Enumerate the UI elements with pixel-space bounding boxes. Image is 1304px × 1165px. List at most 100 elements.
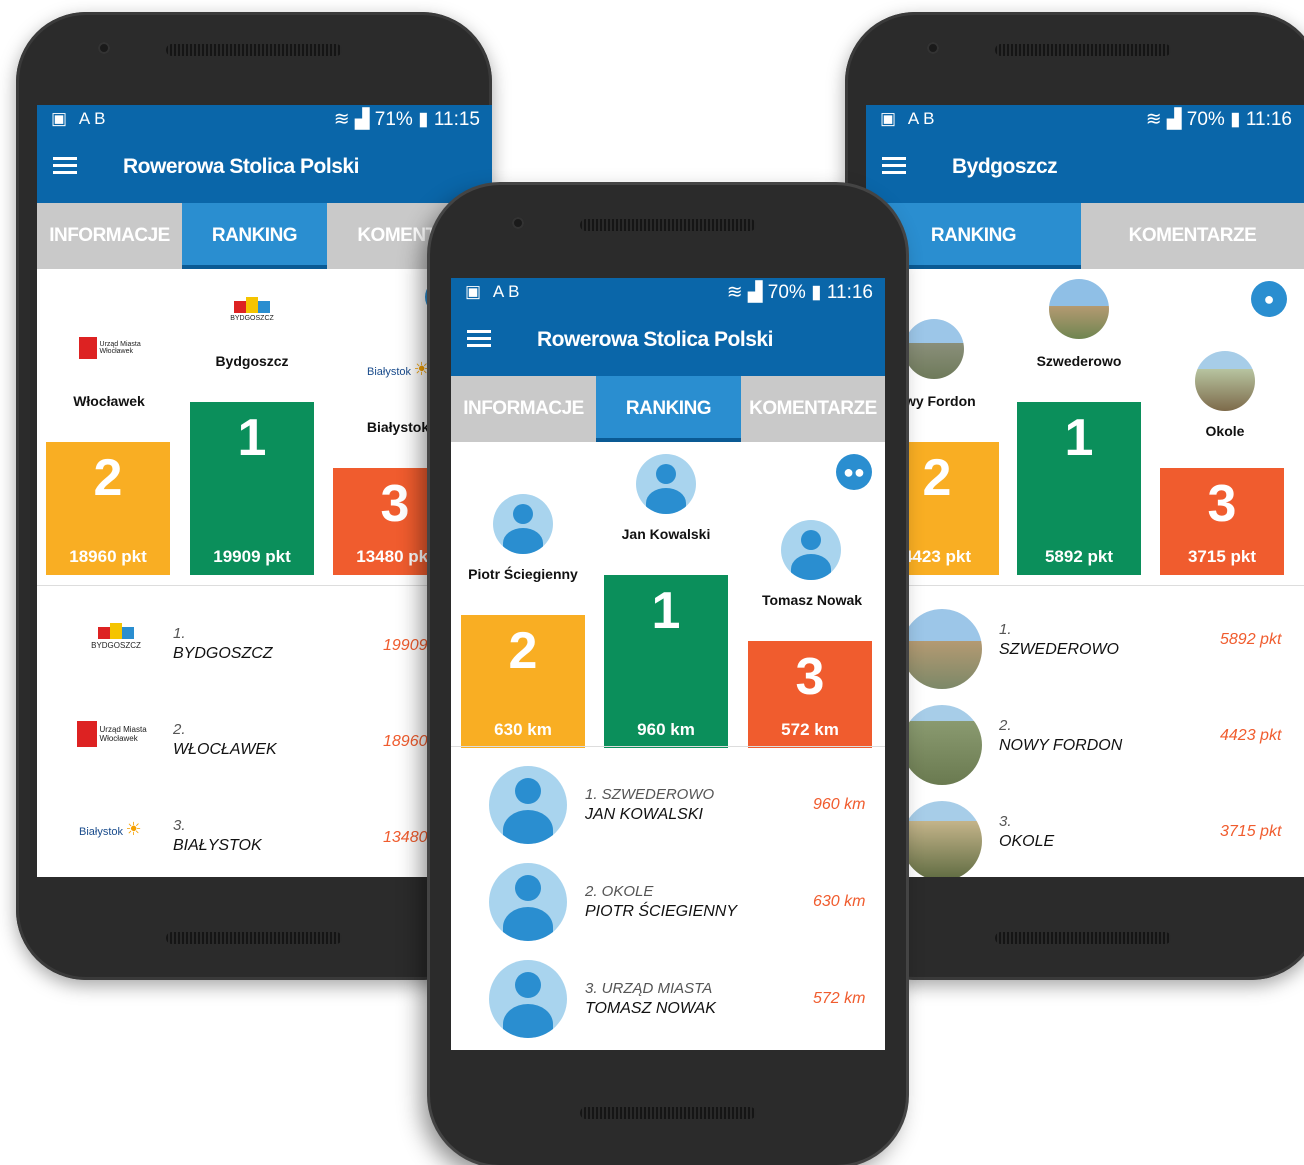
list-team: 1. SZWEDEROWO [585,786,715,803]
podium-name-1: Jan Kowalski [621,526,711,542]
tab-ranking[interactable]: RANKING [596,376,741,442]
app-title: Bydgoszcz [952,155,1058,178]
clock: 11:16 [1245,109,1292,130]
battery-icon: ▮ [811,282,822,303]
status-bar: ▣ AB ≋ ▟ 70% ▮ 11:16 [866,105,1304,135]
list-rank: 1. [173,625,186,642]
list-item[interactable]: 3. OKOLE 3715 pkt [866,793,1304,877]
podium-points: 5892 pkt [1044,547,1114,566]
app-title: Rowerowa Stolica Polski [537,328,773,351]
list-item[interactable]: 2. OKOLE PIOTR ŚCIEGIENNY 630 km [451,859,885,955]
podium-column-1: 1 19909 pkt [190,402,314,575]
wloclawek-logo: Urząd Miasta Włocławek [79,337,149,359]
district-photo [904,319,964,379]
list-item[interactable]: 3. URZĄD MIASTA TOMASZ NOWAK 572 km [451,956,885,1050]
clock: 11:15 [433,109,480,130]
app-title: Rowerowa Stolica Polski [123,155,359,178]
list-item[interactable]: BYDGOSZCZ 1. BYDGOSZCZ 19909 [37,605,492,701]
group-icon[interactable]: ●● [836,454,872,490]
phone-left: ▣ AB ≋ ▟ 71% ▮ 11:15 Rowerowa Stolica Po… [16,12,492,980]
wifi-icon: ≋ [333,109,350,130]
status-right: ≋ ▟ 71% ▮ 11:15 [334,108,480,131]
list-item[interactable]: 1. SZWEDEROWO 5892 pkt [866,601,1304,697]
menu-icon[interactable] [53,157,77,175]
list-value: 19909 [383,637,428,654]
user-avatar-icon [636,454,696,514]
podium-rank: 3 [795,648,825,706]
list-item[interactable]: 2. NOWY FORDON 4423 pkt [866,697,1304,793]
list-name: NOWY FORDON [999,737,1123,754]
list-team: 3. URZĄD MIASTA [585,980,713,997]
bialystok-logo: Białystok ☀ [367,359,430,379]
podium-name-3: Tomasz Nowak [761,592,863,608]
podium-points: 572 km [781,720,839,739]
district-photo [902,609,982,689]
app-bar: Bydgoszcz [866,135,1304,203]
list-name: BIAŁYSTOK [173,837,262,854]
screen: ▣ AB ≋ ▟ 70% ▮ 11:16 Bydgoszcz RANKING K… [866,105,1304,877]
podium-name-3: Okole [1205,423,1245,439]
battery-icon: ▮ [1230,109,1241,130]
menu-icon[interactable] [467,330,491,348]
list-item[interactable]: 1. SZWEDEROWO JAN KOWALSKI 960 km [451,762,885,858]
status-bar: ▣ AB ≋ ▟ 71% ▮ 11:15 [37,105,492,135]
podium-points: 630 km [494,720,552,739]
tab-informacje[interactable]: INFORMACJE [37,203,182,269]
menu-icon[interactable] [882,157,906,175]
list-rank: 1. [999,621,1012,638]
list-item[interactable]: Białystok ☀ 3. BIAŁYSTOK 13480 [37,797,492,877]
list-item[interactable]: Urząd Miasta Włocławek 2. WŁOCŁAWEK 1896… [37,701,492,797]
divider [37,585,492,586]
district-photo [1195,351,1255,411]
battery-percent: 70% [767,282,806,303]
podium-rank: 1 [1064,409,1094,467]
list-value: 3715 pkt [1220,823,1282,840]
list-value: 13480 [383,829,428,846]
wifi-icon: ≋ [726,282,743,303]
district-photo [902,705,982,785]
tab-komentarze[interactable]: KOMENTARZE [1081,203,1304,269]
logo-caption: BYDGOSZCZ [91,641,141,650]
podium-points: 960 km [637,720,695,739]
speaker-grille-bottom [580,1107,756,1119]
user-avatar-icon [489,960,567,1038]
signal-icon: ▟ [1166,109,1182,130]
logo-caption: Białystok [367,366,412,378]
phone-center: ▣ AB ≋ ▟ 70% ▮ 11:16 Rowerowa Stolica Po… [430,185,906,1165]
list-name: PIOTR ŚCIEGIENNY [585,903,738,920]
list-rank: 3. [999,813,1012,830]
podium-points: 19909 pkt [213,547,291,566]
tab-komentarze[interactable]: KOMENTARZE [741,376,885,442]
podium-rank: 1 [237,409,267,467]
notification-icons: ▣ AB [465,282,524,301]
tab-informacje[interactable]: INFORMACJE [451,376,596,442]
list-rank: 2. [173,721,186,738]
podium-column-2: 2 630 km [461,615,585,748]
tab-bar: RANKING KOMENTARZE [866,203,1304,269]
tab-ranking[interactable]: RANKING [182,203,327,269]
podium: Urząd Miasta Włocławek Włocławek 2 18960… [37,269,492,575]
logo-caption: BYDGOSZCZ [230,315,274,322]
battery-icon: ▮ [418,109,429,130]
divider [866,585,1304,586]
list-value: 572 km [813,990,866,1007]
podium-name-1: Szwederowo [1036,353,1122,369]
battery-percent: 71% [374,109,413,130]
bialystok-logo: Białystok ☀ [79,819,142,839]
status-bar: ▣ AB ≋ ▟ 70% ▮ 11:16 [451,278,885,308]
list-value: 4423 pkt [1220,727,1282,744]
notification-icons: ▣ AB [51,109,110,128]
wifi-icon: ≋ [1145,109,1162,130]
podium-rank: 3 [1207,475,1237,533]
user-avatar-icon [781,520,841,580]
user-icon[interactable]: ● [1251,281,1287,317]
list-rank: 3. [173,817,186,834]
signal-icon: ▟ [747,282,763,303]
podium-rank: 2 [508,622,538,680]
list-value: 18960 [383,733,428,750]
tab-bar: INFORMACJE RANKING KOMENTAR [37,203,492,269]
app-bar: Rowerowa Stolica Polski [451,308,885,376]
bydgoszcz-logo: BYDGOSZCZ [227,297,277,322]
logo-caption: Białystok [79,826,124,838]
list-name: SZWEDEROWO [999,641,1119,658]
